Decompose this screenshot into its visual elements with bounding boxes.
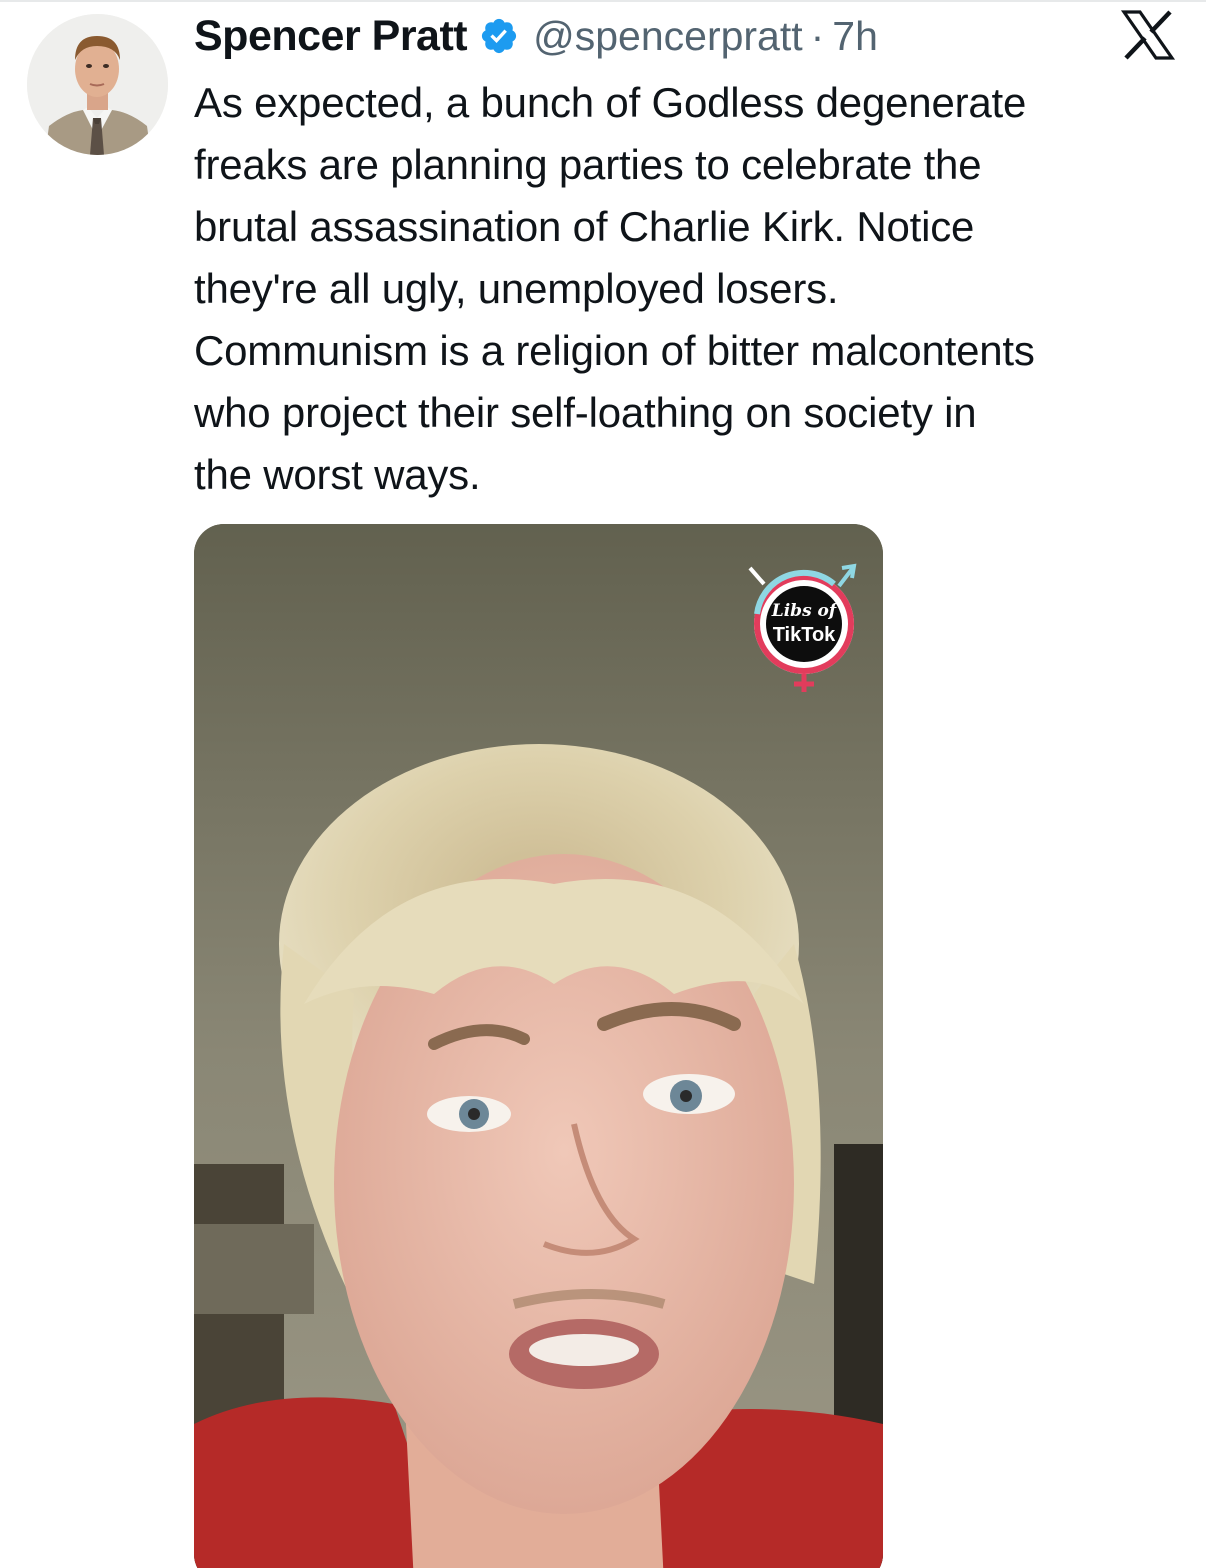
tweet-text-line: brutal assassination of Charlie Kirk. No… — [194, 203, 975, 250]
avatar[interactable] — [27, 14, 168, 155]
tweet-text-line: Communism is a religion of bitter malcon… — [194, 327, 1035, 374]
x-logo-icon[interactable] — [1120, 10, 1176, 60]
watermark-line1: Libs of — [771, 601, 839, 621]
tweet-text-line: freaks are planning parties to celebrate… — [194, 141, 982, 188]
tweet-text-line: who project their self-loathing on socie… — [194, 389, 977, 436]
tweet-text-line: the worst ways. — [194, 451, 481, 498]
timestamp[interactable]: 7h — [832, 13, 878, 60]
tweet-media-video[interactable]: Libs of TikTok — [194, 524, 883, 1568]
tweet-text: As expected, a bunch of Godless degenera… — [194, 72, 1194, 506]
avatar-image — [27, 14, 168, 155]
divider — [0, 0, 1206, 2]
tweet-header: Spencer Pratt @spencerpratt · 7h — [194, 6, 878, 66]
video-frame: Libs of TikTok — [194, 524, 883, 1568]
display-name[interactable]: Spencer Pratt — [194, 12, 468, 61]
tweet-text-line: As expected, a bunch of Godless degenera… — [194, 79, 1027, 126]
verified-badge-icon — [479, 16, 519, 56]
tweet-text-line: they're all ugly, unemployed losers. — [194, 265, 839, 312]
separator-dot: · — [810, 12, 825, 59]
watermark-line2: TikTok — [773, 624, 836, 646]
tweet-card: Spencer Pratt @spencerpratt · 7h As expe… — [0, 0, 1206, 1568]
user-handle[interactable]: @spencerpratt — [533, 13, 803, 60]
